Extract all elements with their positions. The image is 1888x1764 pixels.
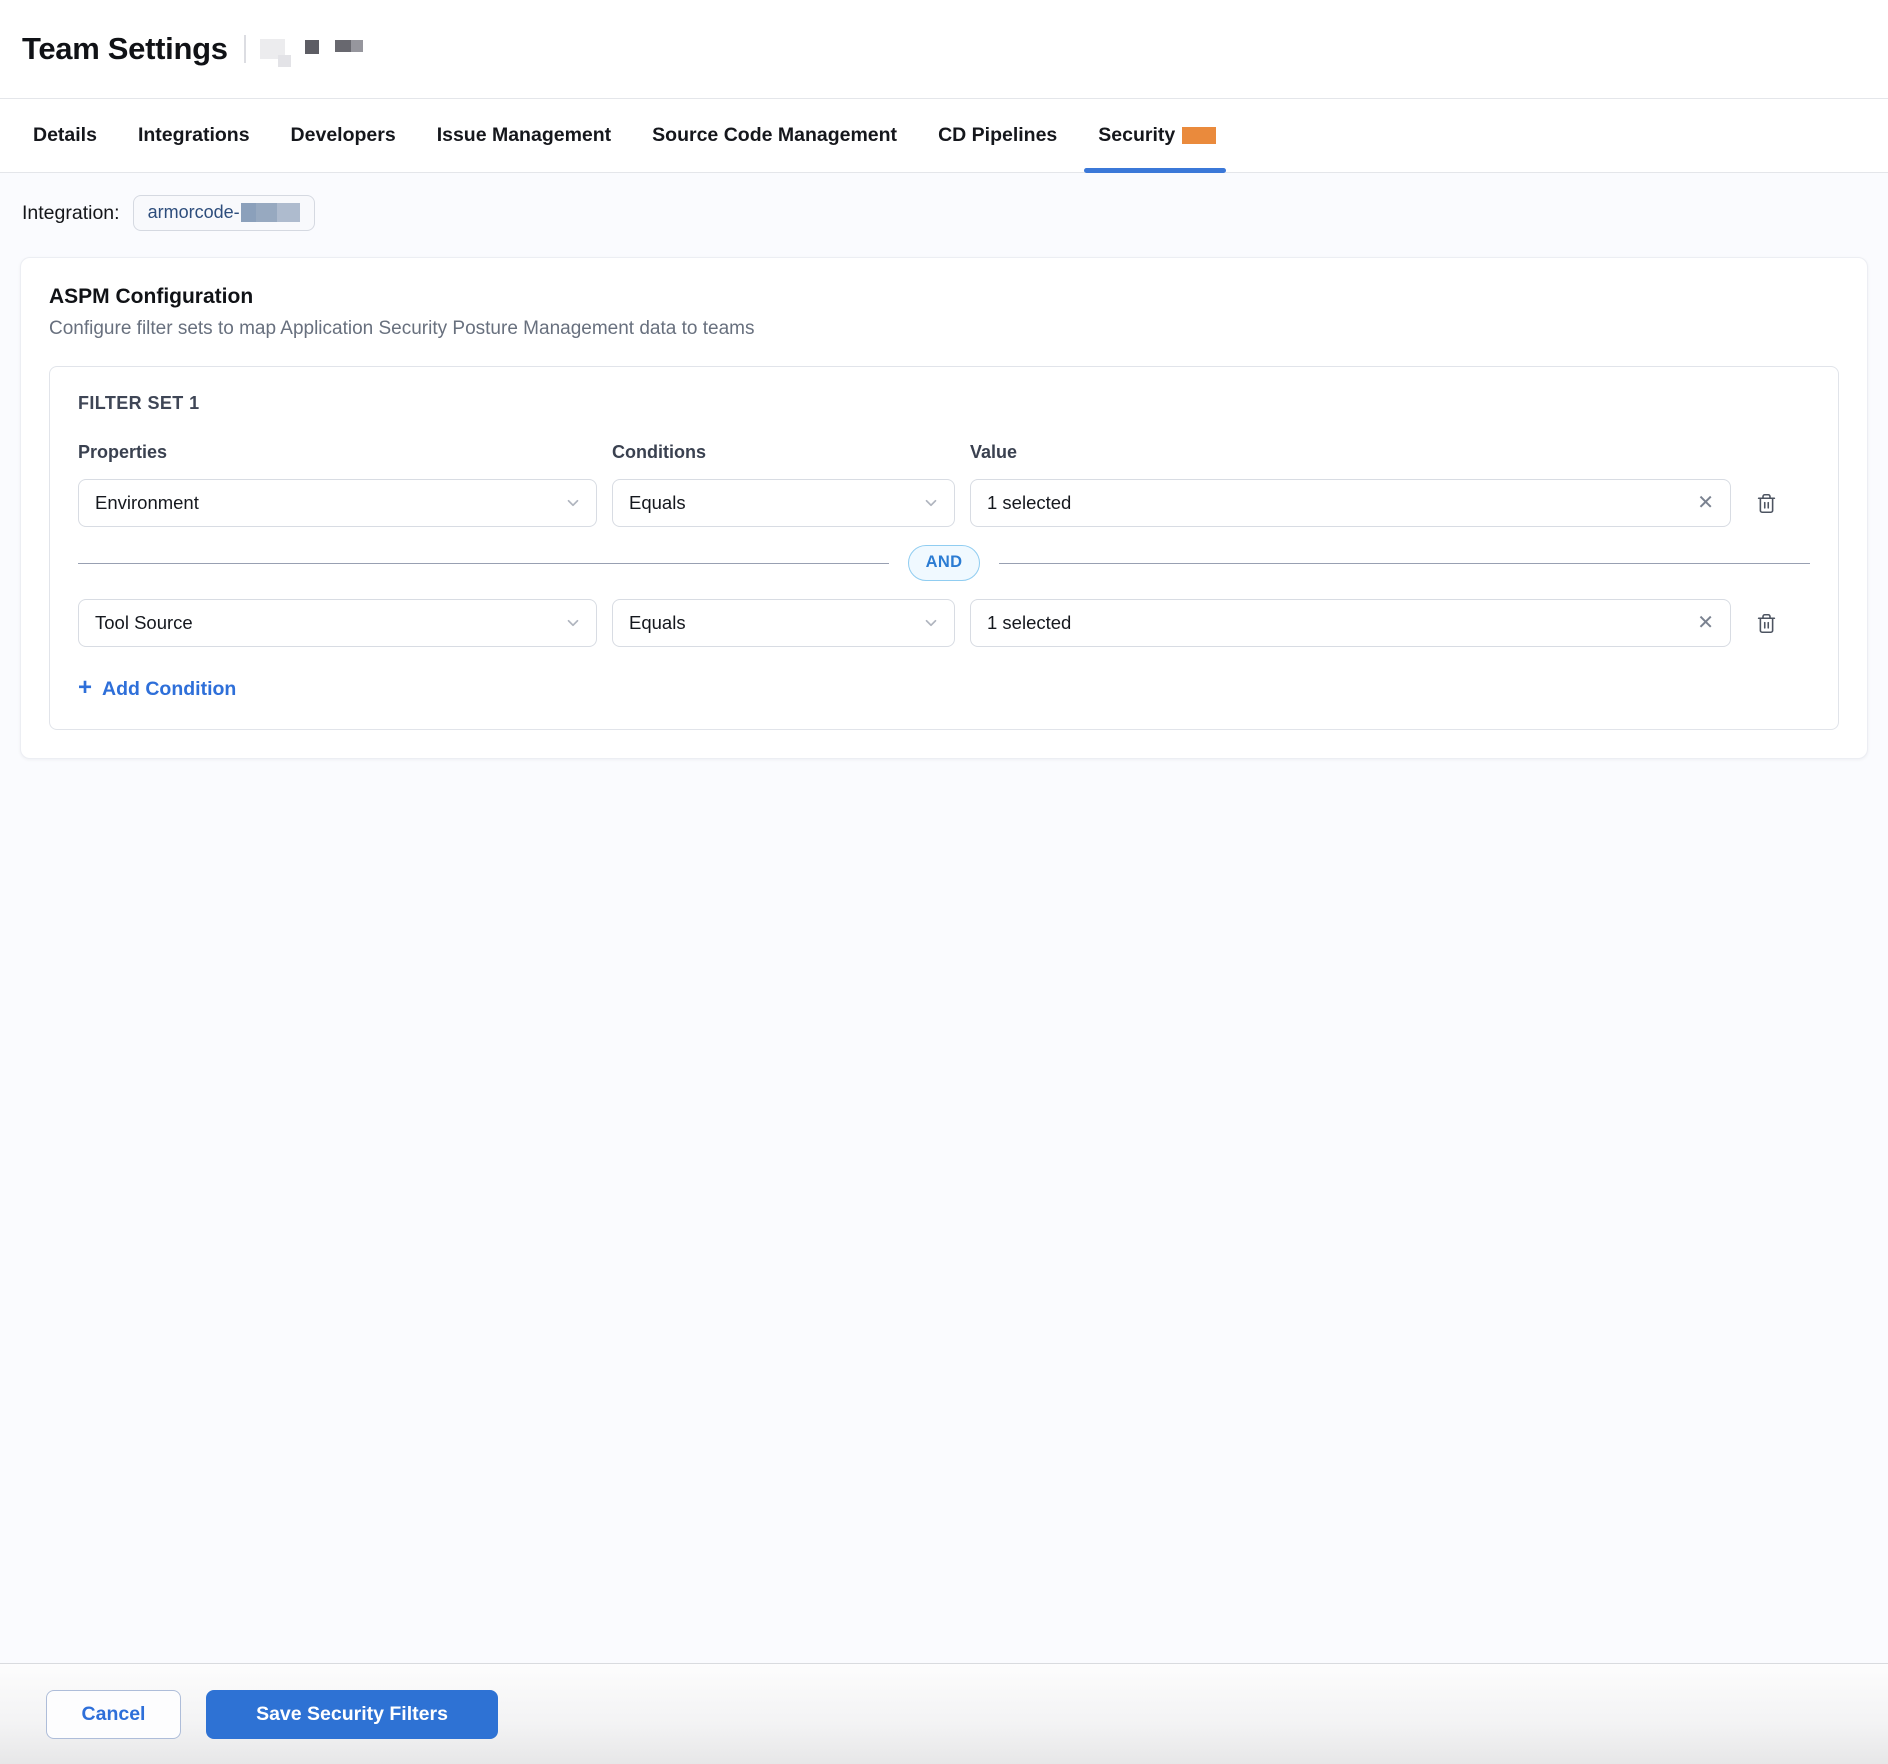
tab-cd-pipelines[interactable]: CD Pipelines [938, 99, 1057, 172]
redacted-team-name [244, 35, 363, 63]
integration-label: Integration: [22, 202, 120, 225]
clear-selection-button[interactable]: ✕ [1695, 611, 1716, 635]
property-select[interactable]: Environment [78, 479, 597, 527]
aspm-card-subtitle: Configure filter sets to map Application… [49, 318, 1839, 340]
chevron-down-icon [564, 614, 582, 632]
delete-condition-button[interactable] [1746, 483, 1786, 523]
integration-row: Integration: armorcode- [22, 195, 1868, 231]
value-multiselect[interactable]: 1 selected ✕ [970, 599, 1731, 647]
add-condition-button[interactable]: + Add Condition [78, 677, 236, 701]
value-multiselect[interactable]: 1 selected ✕ [970, 479, 1731, 527]
redacted-badge [1182, 127, 1216, 144]
filter-set-panel: FILTER SET 1 Properties Conditions Value… [49, 366, 1839, 730]
title-divider [244, 35, 246, 63]
redacted-text-block [241, 203, 256, 222]
condition-select[interactable]: Equals [612, 599, 955, 647]
trash-icon [1756, 612, 1777, 635]
divider-line [78, 563, 889, 564]
save-security-filters-button[interactable]: Save Security Filters [206, 1690, 498, 1739]
filter-set-title: FILTER SET 1 [78, 393, 1810, 414]
integration-chip: armorcode- [133, 195, 315, 231]
close-icon: ✕ [1697, 613, 1714, 633]
redacted-text-block [305, 40, 319, 54]
column-header-conditions: Conditions [612, 442, 955, 463]
redacted-integration-suffix [241, 203, 300, 222]
filter-condition-row: Tool Source Equals 1 selected [78, 599, 1810, 647]
tab-developers[interactable]: Developers [291, 99, 396, 172]
aspm-card-title: ASPM Configuration [49, 285, 1839, 309]
security-tab-content: Integration: armorcode- ASPM Configurati… [0, 173, 1888, 1663]
condition-select-value: Equals [629, 492, 686, 514]
value-multiselect-text: 1 selected [987, 492, 1071, 514]
redacted-text-block [335, 40, 351, 52]
property-select[interactable]: Tool Source [78, 599, 597, 647]
close-icon: ✕ [1697, 493, 1714, 513]
chevron-down-icon [922, 494, 940, 512]
settings-tab-bar: Details Integrations Developers Issue Ma… [0, 98, 1888, 173]
add-condition-label: Add Condition [102, 678, 236, 701]
page-header: Team Settings [0, 0, 1888, 98]
column-header-properties: Properties [78, 442, 597, 463]
redacted-text-block [278, 55, 291, 67]
tab-integrations[interactable]: Integrations [138, 99, 250, 172]
condition-select-value: Equals [629, 612, 686, 634]
property-select-value: Environment [95, 492, 199, 514]
property-select-value: Tool Source [95, 612, 193, 634]
filter-condition-row: Environment Equals 1 selected [78, 479, 1810, 527]
page-title: Team Settings [22, 31, 228, 67]
aspm-configuration-card: ASPM Configuration Configure filter sets… [20, 257, 1868, 759]
tab-source-code-management[interactable]: Source Code Management [652, 99, 897, 172]
tab-issue-management[interactable]: Issue Management [437, 99, 611, 172]
filter-column-headers: Properties Conditions Value [78, 442, 1810, 463]
tab-details[interactable]: Details [33, 99, 97, 172]
team-settings-page: Team Settings Details Integrations Devel… [0, 0, 1888, 1764]
divider-line [999, 563, 1810, 564]
tab-security[interactable]: Security [1098, 99, 1216, 172]
chevron-down-icon [564, 494, 582, 512]
delete-condition-button[interactable] [1746, 603, 1786, 643]
column-header-value: Value [970, 442, 1731, 463]
and-operator-pill[interactable]: AND [908, 545, 981, 581]
plus-icon: + [78, 676, 92, 700]
footer-action-bar: Cancel Save Security Filters [0, 1663, 1888, 1764]
cancel-button[interactable]: Cancel [46, 1690, 181, 1739]
clear-selection-button[interactable]: ✕ [1695, 491, 1716, 515]
redacted-text-block [256, 203, 277, 222]
redacted-text-block [277, 203, 300, 222]
integration-chip-text: armorcode- [148, 202, 240, 223]
tab-security-label: Security [1098, 124, 1175, 147]
value-multiselect-text: 1 selected [987, 612, 1071, 634]
redacted-text-block [351, 40, 363, 52]
condition-select[interactable]: Equals [612, 479, 955, 527]
chevron-down-icon [922, 614, 940, 632]
condition-operator-divider: AND [78, 544, 1810, 582]
trash-icon [1756, 492, 1777, 515]
